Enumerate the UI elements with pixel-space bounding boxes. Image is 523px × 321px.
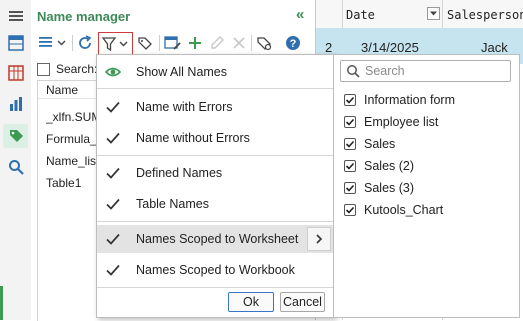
cell-salesperson[interactable]: Jack [481,40,508,55]
checkbox-checked[interactable] [344,182,356,194]
item-label: Employee list [364,115,439,129]
checkbox-checked[interactable] [344,160,356,172]
search-label: Search: [56,62,98,76]
filter-button[interactable] [98,32,133,56]
checkbox-checked[interactable] [344,94,356,106]
workbook-sheets-icon[interactable] [3,31,28,55]
menu-separator [97,221,334,222]
menu-item-without-errors[interactable]: Name without Errors [97,124,334,152]
list-item[interactable]: Table1 [46,176,102,190]
menu-item-label: Names Scoped to Workbook [136,263,295,277]
tag-settings-icon[interactable] [254,32,276,54]
names-list: Name _xlfn.SUM Formula_a Name_list Table… [37,80,102,321]
checkmark-icon [106,101,120,113]
checkmark-icon [106,198,120,210]
checkmark-icon [106,264,120,276]
edit-pencil-icon [207,32,227,54]
view-options-button[interactable] [38,32,70,54]
collapse-panel-icon[interactable]: « [296,6,304,23]
chevron-right-icon[interactable] [307,227,331,251]
name-manager-tag-icon[interactable] [3,124,28,148]
item-label: Sales [364,137,396,151]
menu-item-with-errors[interactable]: Name with Errors [97,93,334,121]
add-name-icon[interactable] [185,32,205,54]
ok-button[interactable]: Ok [228,292,274,312]
list-item[interactable]: Formula_a [46,132,102,146]
menu-item-label: Defined Names [136,166,223,180]
table-edit-icon[interactable] [162,32,184,54]
filter-dropdown-menu: Show All Names Name with Errors Name wit… [96,54,335,318]
menu-item-label: Name with Errors [136,100,233,114]
search-icon [347,65,360,78]
find-search-icon[interactable] [3,155,28,179]
chart-icon[interactable] [3,92,28,116]
checkmark-icon [106,132,120,144]
filter-search-input[interactable] [365,63,505,79]
checkbox-checked[interactable] [344,116,356,128]
item-label: Sales (3) [364,181,415,195]
filter-search-box[interactable] [340,60,511,82]
cell-date[interactable]: 3/14/2025 [361,40,419,55]
list-header: Name [38,81,102,99]
sheet-filter-list: Information form Employee list Sales Sal… [333,54,520,318]
item-label: Kutools_Chart [364,203,444,217]
menu-separator [97,88,334,89]
checkbox-checked[interactable] [344,204,356,216]
column-header-salesperson: Salesperson [447,8,523,22]
cancel-button[interactable]: Cancel [280,292,325,312]
checkmark-icon [106,167,120,179]
active-indicator [0,286,3,320]
panel-header: Name manager « [31,0,315,32]
row-number: 2 [325,40,333,55]
menu-separator [97,155,334,156]
menu-icon[interactable] [3,4,28,28]
columns-list-icon[interactable] [3,61,28,85]
item-label: Sales (2) [364,159,415,173]
menu-item-label: Table Names [136,197,209,211]
menu-item-label: Name without Errors [136,131,250,145]
edit-tag-icon[interactable] [135,32,157,54]
checkbox-checked[interactable] [344,138,356,150]
menu-item-scoped-workbook[interactable]: Names Scoped to Workbook [97,256,334,284]
list-item[interactable]: _xlfn.SUM [46,110,102,124]
autofilter-dropdown-icon[interactable] [427,7,440,20]
list-item[interactable]: Name_list [46,154,102,168]
toolbar-divider [72,35,73,51]
panel-toolbar: ? [31,32,315,56]
menu-separator [97,287,334,288]
checkmark-icon [106,233,120,245]
column-header-date: Date [346,8,375,22]
menu-item-defined-names[interactable]: Defined Names [97,159,334,187]
svg-text:?: ? [290,38,297,50]
toolbar-divider [159,35,160,51]
menu-item-table-names[interactable]: Table Names [97,190,334,218]
item-label: Information form [364,93,456,107]
toolbar-divider [251,35,252,51]
delete-icon [229,32,249,54]
menu-item-show-all[interactable]: Show All Names [97,58,334,86]
menu-item-scoped-worksheet[interactable]: Names Scoped to Worksheet [97,225,334,253]
panel-title: Name manager [37,9,131,24]
menu-item-label: Show All Names [136,65,228,79]
search-checkbox[interactable] [37,63,50,76]
help-icon[interactable]: ? [283,32,303,54]
menu-item-label: Names Scoped to Worksheet [136,232,299,246]
eye-icon [105,67,121,77]
refresh-icon[interactable] [75,32,95,54]
icon-rail [0,0,32,320]
